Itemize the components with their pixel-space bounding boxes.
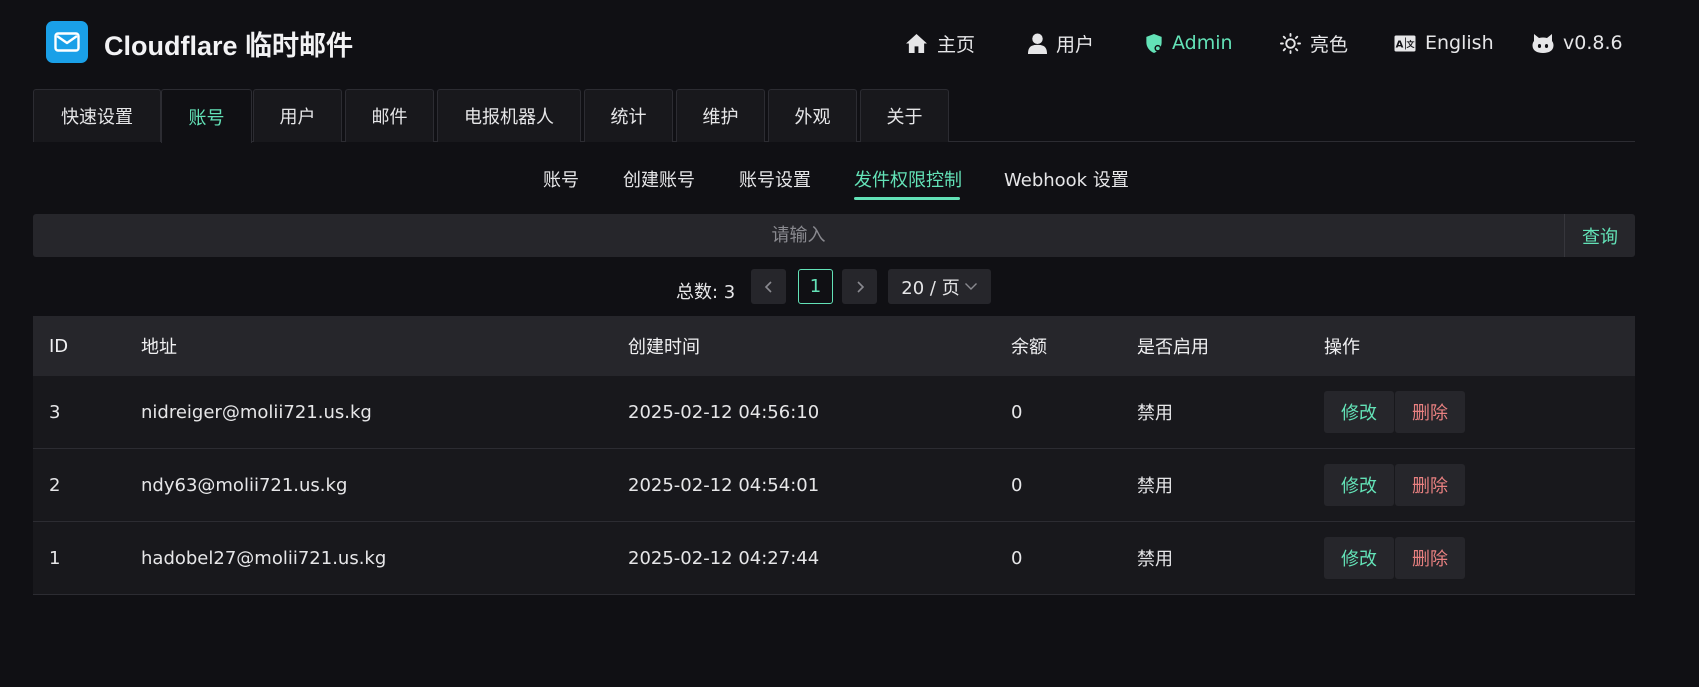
svg-text:A: A <box>1396 39 1404 50</box>
subtab-webhook-settings[interactable]: Webhook 设置 <box>1004 166 1129 192</box>
cell-balance: 0 <box>1011 401 1023 423</box>
tab-telegram-bot[interactable]: 电报机器人 <box>437 89 581 142</box>
sun-icon <box>1280 32 1301 54</box>
table-row: 3 nidreiger@molii721.us.kg 2025-02-12 04… <box>33 376 1635 449</box>
home-icon <box>906 33 927 53</box>
table-header: ID 地址 创建时间 余额 是否启用 操作 <box>33 316 1635 376</box>
header-actions: 操作 <box>1324 337 1360 358</box>
svg-text:文: 文 <box>1407 39 1416 49</box>
nav-user[interactable]: 用户 <box>1028 28 1094 58</box>
delete-button[interactable]: 删除 <box>1395 537 1465 579</box>
search-input[interactable] <box>33 214 1564 257</box>
edit-button[interactable]: 修改 <box>1324 537 1394 579</box>
search-button[interactable]: 查询 <box>1564 214 1635 257</box>
github-icon <box>1532 33 1554 53</box>
tab-maintenance[interactable]: 维护 <box>676 89 765 142</box>
mail-logo-icon[interactable] <box>46 21 88 63</box>
subtab-accounts[interactable]: 账号 <box>543 166 579 192</box>
app-title: Cloudflare 临时邮件 <box>104 31 354 61</box>
cell-created: 2025-02-12 04:27:44 <box>628 547 820 569</box>
cell-address: nidreiger@molii721.us.kg <box>141 401 372 423</box>
chevron-left-icon <box>764 280 772 293</box>
nav-version-label: v0.8.6 <box>1563 32 1623 54</box>
nav-language-label: English <box>1425 32 1494 54</box>
cell-enabled: 禁用 <box>1137 549 1173 570</box>
tab-about[interactable]: 关于 <box>860 89 949 142</box>
prev-page-button[interactable] <box>751 269 786 304</box>
nav-admin-label: Admin <box>1172 32 1233 54</box>
accounts-table: ID 地址 创建时间 余额 是否启用 操作 3 nidreiger@molii7… <box>33 316 1635 595</box>
cell-created: 2025-02-12 04:56:10 <box>628 401 820 423</box>
delete-button[interactable]: 删除 <box>1395 391 1465 433</box>
cell-balance: 0 <box>1011 547 1023 569</box>
tab-appearance[interactable]: 外观 <box>768 89 857 142</box>
cell-enabled: 禁用 <box>1137 476 1173 497</box>
edit-button[interactable]: 修改 <box>1324 391 1394 433</box>
nav-home-label: 主页 <box>937 33 976 56</box>
cell-created: 2025-02-12 04:54:01 <box>628 474 820 496</box>
nav-home[interactable]: 主页 <box>905 28 975 58</box>
nav-theme-toggle[interactable]: 亮色 <box>1280 28 1348 58</box>
user-icon <box>1028 33 1047 54</box>
tab-mails[interactable]: 邮件 <box>345 89 434 142</box>
table-row: 2 ndy63@molii721.us.kg 2025-02-12 04:54:… <box>33 449 1635 522</box>
edit-button[interactable]: 修改 <box>1324 464 1394 506</box>
page-size-value: 20 / 页 <box>901 277 960 299</box>
total-count: 总数: 3 <box>676 282 736 303</box>
tab-users[interactable]: 用户 <box>253 89 342 142</box>
page-size-select[interactable]: 20 / 页 <box>888 269 991 304</box>
subtab-account-settings[interactable]: 账号设置 <box>739 166 811 192</box>
tab-quick-settings[interactable]: 快速设置 <box>33 89 161 142</box>
page-number-button[interactable]: 1 <box>798 269 833 304</box>
chevron-right-icon <box>856 280 864 293</box>
cell-actions: 修改 删除 <box>1324 376 1465 448</box>
nav-github-version[interactable]: v0.8.6 <box>1532 28 1623 58</box>
admin-shield-icon <box>1146 33 1162 53</box>
cell-id: 2 <box>49 474 61 496</box>
cell-id: 3 <box>49 401 61 423</box>
cell-enabled: 禁用 <box>1137 403 1173 424</box>
cell-actions: 修改 删除 <box>1324 522 1465 594</box>
cell-actions: 修改 删除 <box>1324 449 1465 521</box>
subtab-active-indicator <box>854 197 960 200</box>
cell-address: hadobel27@molii721.us.kg <box>141 547 387 569</box>
nav-language[interactable]: A 文 English <box>1394 28 1494 58</box>
tab-statistics[interactable]: 统计 <box>584 89 673 142</box>
header-balance[interactable]: 余额 <box>1011 316 1047 376</box>
nav-theme-label: 亮色 <box>1310 33 1349 56</box>
cell-id: 1 <box>49 547 61 569</box>
tab-accounts[interactable]: 账号 <box>161 89 252 143</box>
nav-admin[interactable]: Admin <box>1145 28 1233 58</box>
header-address[interactable]: 地址 <box>141 316 177 376</box>
translate-icon: A 文 <box>1394 35 1416 51</box>
header-id[interactable]: ID <box>49 316 68 376</box>
app-header: Cloudflare 临时邮件 主页 用户 Admin 亮色 A 文 Engli… <box>0 0 1699 86</box>
cell-balance: 0 <box>1011 474 1023 496</box>
delete-button[interactable]: 删除 <box>1395 464 1465 506</box>
header-created[interactable]: 创建时间 <box>628 316 700 376</box>
next-page-button[interactable] <box>842 269 877 304</box>
header-enabled[interactable]: 是否启用 <box>1137 316 1209 376</box>
chevron-down-icon <box>964 283 977 290</box>
subtab-send-permission[interactable]: 发件权限控制 <box>854 166 962 192</box>
cell-address: ndy63@molii721.us.kg <box>141 474 348 496</box>
table-row: 1 hadobel27@molii721.us.kg 2025-02-12 04… <box>33 522 1635 595</box>
subtab-create-account[interactable]: 创建账号 <box>623 166 695 192</box>
nav-user-label: 用户 <box>1056 33 1095 56</box>
